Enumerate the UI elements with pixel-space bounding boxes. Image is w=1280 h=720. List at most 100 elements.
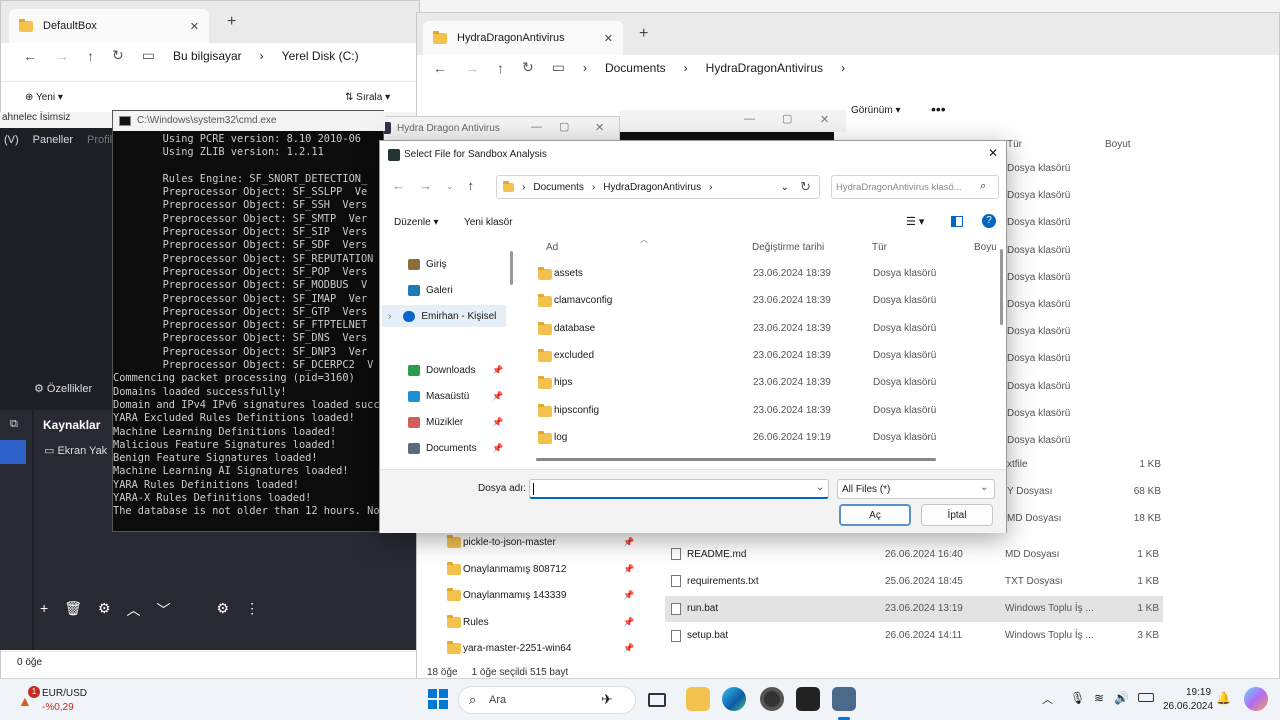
close-icon[interactable]: ✕ [820, 113, 829, 126]
minimize-icon[interactable]: — [531, 121, 542, 133]
col-type[interactable]: Tür [872, 242, 887, 253]
open-button[interactable]: Aç [839, 504, 911, 526]
table-row[interactable]: requirements.txt 25.06.2024 18:45 TXT Dosy… [665, 568, 1163, 594]
address-dropdown-icon[interactable]: ⌄ [781, 182, 789, 193]
nav-item[interactable]: Müzikler 📌 [388, 411, 503, 433]
list-item[interactable]: hips 23.06.2024 18:39 Dosya klasörü [526, 369, 986, 396]
col-date[interactable]: Değiştirme tarihi [752, 242, 824, 253]
menu-view[interactable]: (V) [4, 134, 19, 146]
nav-item[interactable]: Documents 📌 [388, 437, 503, 459]
delete-icon[interactable]: 🗑 [64, 600, 82, 620]
task-view-icon[interactable] [648, 693, 666, 707]
breadcrumb-item[interactable]: Documents [605, 61, 666, 75]
v-scrollbar[interactable] [1000, 249, 1003, 325]
battery-icon[interactable] [1138, 693, 1154, 702]
minimize-icon[interactable]: — [744, 113, 755, 125]
edge-icon[interactable] [722, 687, 746, 711]
help-icon[interactable]: ? [982, 214, 996, 228]
breadcrumb-item[interactable]: Documents [533, 182, 584, 193]
source-item[interactable]: ▭ Ekran Yak [44, 444, 107, 457]
breadcrumb-item[interactable]: HydraDragonAntivirus [603, 182, 701, 193]
col-type[interactable]: Tür [1007, 139, 1022, 150]
col-size[interactable]: Boyu [974, 242, 996, 253]
tab-defaultbox[interactable]: DefaultBox ✕ [9, 9, 209, 43]
close-tab-icon[interactable]: ✕ [190, 20, 199, 33]
clock-time[interactable]: 19:19 [1186, 687, 1211, 698]
notification-bell-icon[interactable]: 🔔 [1216, 691, 1231, 705]
nav-item[interactable]: › Emirhan - Kişisel [382, 305, 506, 327]
microphone-icon[interactable]: 🎙 [1070, 691, 1085, 705]
nav-item[interactable]: Galeri [388, 279, 453, 301]
recent-dropdown-icon[interactable]: ⌄ [446, 181, 454, 193]
breadcrumb-item[interactable]: Yerel Disk (C:) [282, 49, 359, 63]
quick-access-item[interactable]: Rules 📌 [443, 613, 639, 633]
cancel-button[interactable]: İptal [921, 504, 993, 526]
col-size[interactable]: Boyut [1105, 139, 1131, 150]
maximize-icon[interactable]: ▢ [559, 120, 569, 133]
close-tab-icon[interactable]: ✕ [604, 32, 613, 45]
up-icon[interactable]: ↑ [497, 60, 504, 76]
organize-button[interactable]: Düzenle ▾ [394, 217, 439, 228]
list-item[interactable]: log 26.06.2024 19:19 Dosya klasörü [526, 424, 986, 451]
filename-input[interactable]: ⌄ [529, 479, 829, 499]
list-item[interactable]: hipsconfig 23.06.2024 18:39 Dosya klasörü [526, 397, 986, 424]
gear-icon[interactable]: ⚙ [98, 600, 111, 620]
new-tab-button[interactable]: + [639, 25, 648, 43]
clock-date[interactable]: 26.06.2024 [1163, 701, 1213, 712]
up-icon[interactable]: ↑ [87, 48, 94, 64]
tab-hydradragon[interactable]: HydraDragonAntivirus ✕ [423, 21, 623, 55]
add-icon[interactable]: + [40, 600, 48, 620]
move-down-icon[interactable]: ﹀ [157, 600, 171, 620]
new-button[interactable]: ⊕ Yeni ▾ [25, 92, 63, 103]
file-type-filter[interactable]: All Files (*) ⌄ [837, 479, 995, 499]
new-tab-button[interactable]: + [227, 13, 236, 31]
terminal-icon[interactable] [796, 687, 820, 711]
preview-pane-icon[interactable] [951, 216, 963, 227]
table-row[interactable]: setup.bat 26.06.2024 14:11 Windows Toplu İ… [665, 623, 1163, 649]
quick-access-item[interactable]: yara-master-2251-win64 📌 [443, 639, 639, 659]
show-hidden-icons[interactable]: ︿ [1042, 691, 1053, 707]
forward-icon[interactable]: → [465, 60, 479, 76]
table-row[interactable]: README.md 26.06.2024 16:40 MD Dosyası 1 KB [665, 541, 1163, 567]
dialog-search-box[interactable]: HydraDragonAntivirus klasö... ⌕ [831, 175, 999, 199]
list-item[interactable]: assets 23.06.2024 18:39 Dosya klasörü [526, 260, 986, 287]
filename-dropdown-icon[interactable]: ⌄ [816, 482, 824, 493]
dialog-address-bar[interactable]: › Documents › HydraDragonAntivirus › ⌄ [496, 175, 820, 199]
wifi-icon[interactable]: ≋ [1094, 691, 1104, 705]
quick-access-item[interactable]: Onaylanmamış 808712 📌 [443, 560, 639, 580]
quick-access-item[interactable]: Onaylanmamış 143339 📌 [443, 586, 639, 606]
dialog-close-icon[interactable]: ✕ [988, 146, 998, 160]
expand-chevron-icon[interactable]: › [388, 311, 391, 322]
menu-docks[interactable]: Paneller [33, 134, 73, 146]
file-explorer-icon[interactable] [686, 687, 710, 711]
table-row[interactable]: MD Dosyası 18 KB [1007, 513, 1167, 524]
back-icon[interactable]: ← [392, 178, 405, 193]
refresh-icon[interactable]: ↻ [522, 59, 534, 76]
properties-button[interactable]: ⚙ Özellikler [34, 382, 92, 395]
nav-scrollbar[interactable] [510, 251, 513, 285]
forward-icon[interactable]: → [419, 178, 432, 193]
more-icon[interactable]: ⋮ [245, 600, 259, 620]
more-options-icon[interactable]: ••• [931, 101, 946, 117]
search-box[interactable]: ⌕ Ara ✈ [458, 686, 636, 714]
list-item[interactable]: clamavconfig 23.06.2024 18:39 Dosya klasör… [526, 287, 986, 314]
volume-icon[interactable]: 🔊 [1114, 691, 1129, 705]
breadcrumb-item[interactable]: Bu bilgisayar [173, 49, 242, 63]
table-row[interactable]: run.bat 23.06.2024 13:19 Windows Toplu İş … [665, 595, 1163, 622]
start-icon[interactable] [426, 687, 450, 711]
chrome-icon[interactable] [760, 687, 784, 711]
list-item[interactable]: excluded 23.06.2024 18:39 Dosya klasörü [526, 342, 986, 369]
up-icon[interactable]: ↑ [468, 178, 475, 193]
app-icon[interactable] [832, 687, 856, 711]
new-folder-button[interactable]: Yeni klasör [464, 217, 513, 228]
sort-button[interactable]: ⇅ Sırala ▾ [345, 92, 390, 103]
nav-item[interactable]: Downloads 📌 [388, 359, 503, 381]
table-row[interactable]: xtfile 1 KB [1007, 459, 1167, 470]
list-item[interactable]: database 23.06.2024 18:39 Dosya klasörü [526, 315, 986, 342]
back-icon[interactable]: ← [433, 60, 447, 76]
nav-item[interactable]: Masaüstü 📌 [388, 385, 503, 407]
breadcrumb-item[interactable]: HydraDragonAntivirus [706, 61, 823, 75]
refresh-icon[interactable]: ↻ [112, 47, 124, 64]
nav-item[interactable]: Giriş [388, 253, 447, 275]
quick-access-item[interactable]: pickle-to-json-master 📌 [443, 533, 639, 553]
